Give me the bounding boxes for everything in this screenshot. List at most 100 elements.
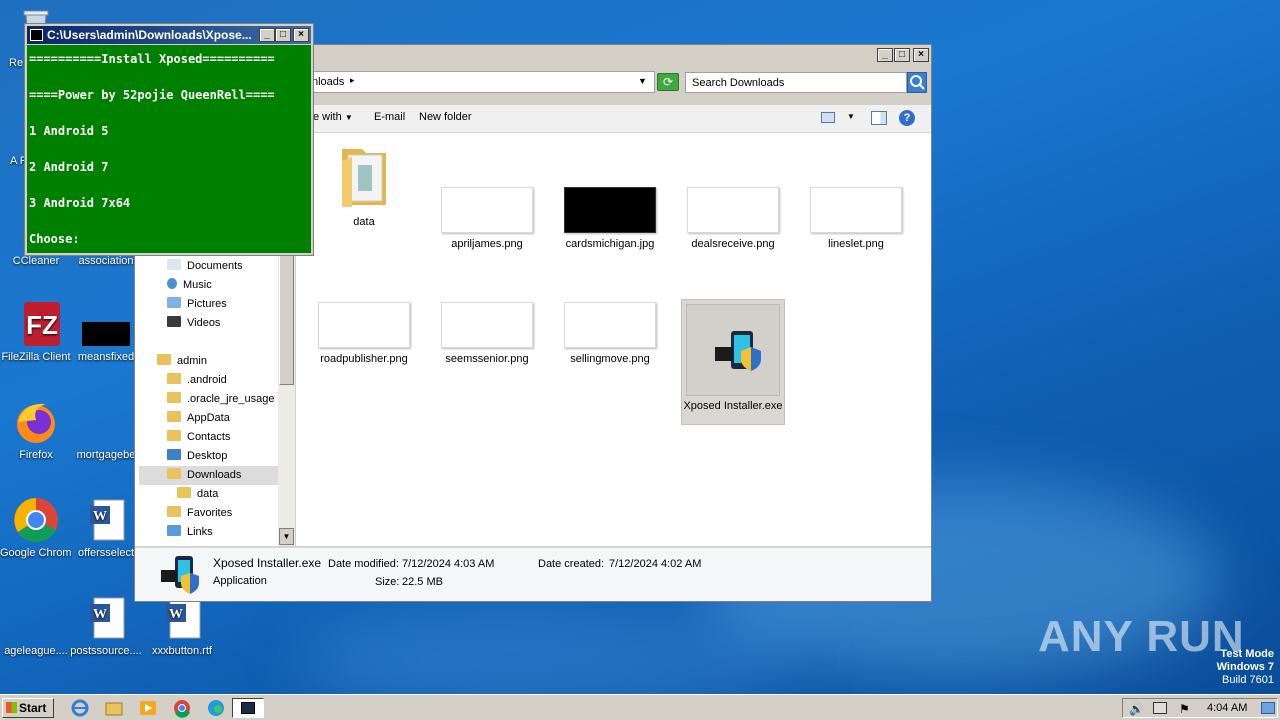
folder-icon [318, 141, 410, 211]
desktop-icon[interactable]: FZ FileZilla Client [0, 300, 72, 364]
search-placeholder: Search Downloads [692, 77, 785, 89]
chevron-down-icon: ▼ [344, 113, 353, 122]
close-button[interactable]: × [293, 28, 309, 42]
file-icon [12, 594, 60, 642]
nav-item-admin[interactable]: admin [157, 352, 207, 371]
console-line: 3 Android 7x64 [29, 196, 131, 210]
desktop-icon[interactable]: ageleague.... [0, 594, 72, 658]
system-tray: 🔊 ⚑ 4:04 AM [1122, 698, 1278, 718]
image-file-icon [82, 300, 130, 348]
image-thumbnail [810, 187, 902, 233]
chrome-icon[interactable] [172, 698, 192, 718]
taskbar: Start 🔊 ⚑ 4:04 AM [0, 694, 1280, 720]
nav-item-music[interactable]: Music [167, 276, 212, 295]
folder-icon [167, 373, 181, 384]
nav-item-videos[interactable]: Videos [167, 314, 220, 333]
folder-icon [177, 487, 191, 498]
file-icon [82, 398, 130, 446]
refresh-button[interactable]: ⟳ [657, 73, 679, 91]
nav-item-favorites[interactable]: Favorites [167, 504, 232, 523]
flag-icon[interactable]: ⚑ [1179, 702, 1190, 716]
nav-item-desktop[interactable]: Desktop [167, 447, 227, 466]
clock[interactable]: 4:04 AM [1207, 702, 1247, 714]
file-item[interactable]: dealsreceive.png [681, 187, 785, 251]
desktop-folder-icon [167, 449, 181, 460]
nav-item-data[interactable]: data [177, 485, 218, 504]
size-value: 22.5 MB [402, 576, 443, 588]
desktop-icon[interactable]: W xxxbutton.rtf [146, 594, 218, 658]
help-icon[interactable]: ? [899, 110, 915, 126]
chevron-down-icon[interactable]: ▼ [638, 76, 647, 86]
image-thumbnail [564, 187, 656, 233]
desktop-icon[interactable]: Firefox [0, 398, 72, 462]
nav-item-android[interactable]: .android [167, 371, 227, 390]
search-input[interactable]: Search Downloads [685, 72, 907, 93]
edge-icon[interactable] [206, 698, 226, 718]
image-thumbnail [318, 302, 410, 348]
ie-icon[interactable] [70, 698, 90, 718]
file-item[interactable]: sellingmove.png [558, 302, 662, 366]
chevron-right-icon: ▸ [350, 75, 355, 85]
volume-icon[interactable]: 🔊 [1129, 702, 1144, 716]
scroll-down-button[interactable]: ▼ [279, 528, 294, 545]
file-item[interactable]: apriljames.png [435, 187, 539, 251]
start-button[interactable]: Start [2, 698, 54, 718]
explorer-taskbar-icon[interactable] [104, 698, 124, 718]
email-button[interactable]: E-mail [374, 111, 405, 123]
image-thumbnail [564, 302, 656, 348]
firefox-icon [12, 398, 60, 446]
file-item-selected[interactable]: Xposed Installer.exe [681, 299, 785, 425]
console-line: 1 Android 5 [29, 124, 109, 138]
minimize-button[interactable]: _ [259, 28, 275, 42]
folder-icon [167, 392, 181, 403]
new-folder-button[interactable]: New folder [419, 111, 472, 123]
nav-item-oracle[interactable]: .oracle_jre_usage [167, 390, 274, 409]
desktop-icon[interactable]: mortgagebe [70, 398, 142, 462]
image-thumbnail [687, 187, 779, 233]
nav-item-downloads[interactable]: Downloads [139, 466, 278, 485]
contacts-icon [167, 430, 181, 441]
file-item[interactable]: seemssenior.png [435, 302, 539, 366]
videos-icon [167, 316, 181, 327]
nav-item-appdata[interactable]: AppData [167, 409, 230, 428]
file-item[interactable]: cardsmichigan.jpg [558, 187, 662, 251]
file-item[interactable]: lineslet.png [804, 187, 908, 251]
file-item[interactable]: roadpublisher.png [312, 302, 416, 366]
console-window[interactable]: C:\Users\admin\Downloads\Xpose... _ □ × … [24, 23, 314, 256]
maximize-button[interactable]: □ [275, 28, 291, 42]
open-with-button[interactable]: e with ▼ [313, 111, 353, 123]
nav-item-pictures[interactable]: Pictures [167, 295, 227, 314]
desktop-icon[interactable]: Google Chrome [0, 496, 72, 560]
search-icon[interactable] [907, 72, 927, 93]
details-type: Application [213, 575, 267, 587]
maximize-button[interactable]: □ [894, 48, 910, 62]
close-button[interactable]: × [913, 48, 929, 62]
pictures-icon [167, 297, 181, 308]
console-output[interactable]: ==========Install Xposed========== ====P… [27, 45, 311, 253]
file-item-data[interactable]: data [312, 141, 416, 229]
file-view: data apriljames.png cardsmichigan.jpg de… [296, 133, 931, 546]
console-line: 2 Android 7 [29, 160, 109, 174]
desktop-icon[interactable]: meansfixed [70, 300, 142, 364]
size-label: Size: [375, 576, 400, 588]
view-icon[interactable] [821, 112, 835, 123]
nav-item-links[interactable]: Links [167, 523, 213, 542]
svg-text:W: W [93, 509, 107, 524]
minimize-button[interactable]: _ [877, 48, 893, 62]
details-pane: Xposed Installer.exe Application Date mo… [135, 547, 931, 601]
console-taskbar-button[interactable] [232, 698, 264, 718]
desktop-icon[interactable]: W offersselect [70, 496, 142, 560]
chevron-down-icon[interactable]: ▼ [847, 112, 855, 121]
image-thumbnail [441, 187, 533, 233]
network-icon[interactable] [1153, 702, 1167, 714]
show-desktop-icon[interactable] [1261, 702, 1275, 714]
word-doc-icon: W [82, 496, 130, 544]
address-text: nloads [312, 76, 345, 88]
preview-pane-icon[interactable] [871, 111, 887, 125]
nav-item-contacts[interactable]: Contacts [167, 428, 230, 447]
downloads-icon [167, 468, 181, 479]
exe-icon [157, 554, 201, 596]
details-filename: Xposed Installer.exe [213, 556, 322, 570]
desktop-icon[interactable]: W postssource.... [70, 594, 142, 658]
media-player-icon[interactable] [138, 698, 158, 718]
